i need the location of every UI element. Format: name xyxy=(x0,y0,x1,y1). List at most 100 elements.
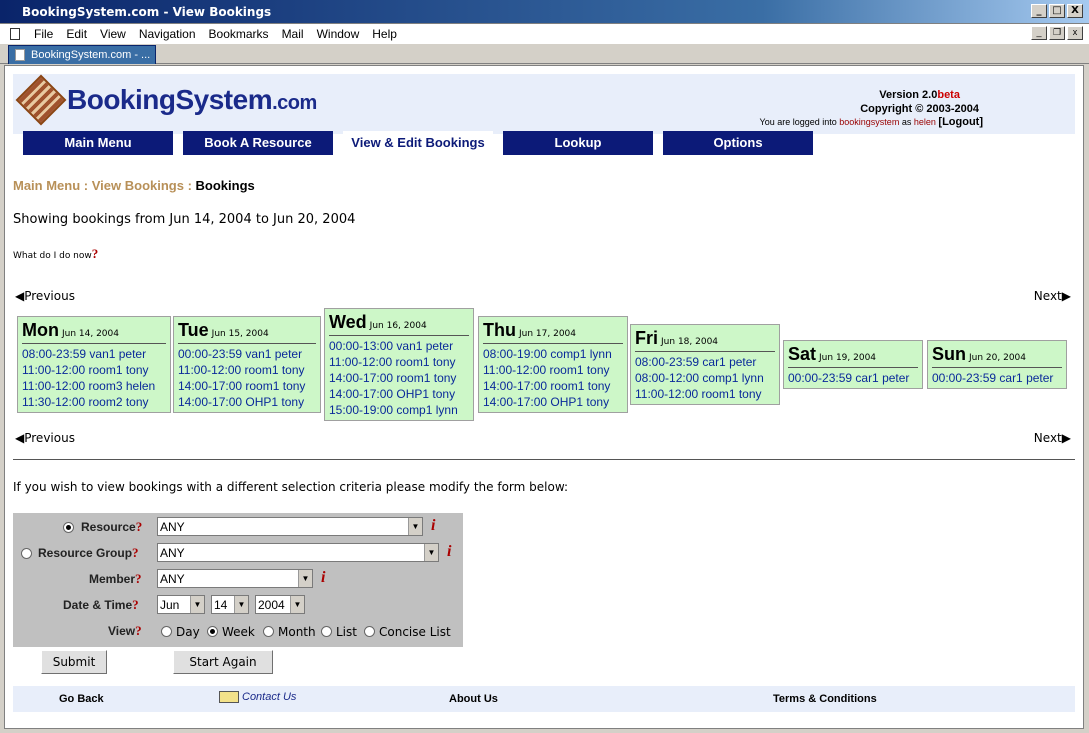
copyright: Copyright © 2003-2004 xyxy=(860,103,979,115)
day-select[interactable]: 14 ▼ xyxy=(211,595,249,614)
site-logo[interactable]: BookingSystem.com xyxy=(15,74,317,126)
booking-item[interactable]: 00:00-23:59 van1 peter xyxy=(178,346,316,362)
tab-strip: BookingSystem.com - ... xyxy=(0,44,1089,64)
logout-link[interactable]: [Logout] xyxy=(938,116,983,128)
page-icon xyxy=(15,49,25,61)
doc-minimize-button[interactable]: _ xyxy=(1031,26,1047,40)
member-select[interactable]: ANY ▼ xyxy=(157,569,313,588)
envelope-icon xyxy=(219,691,239,704)
nav-main-menu[interactable]: Main Menu xyxy=(23,131,173,155)
resource-radio[interactable] xyxy=(63,522,74,533)
view-concise-list-radio[interactable] xyxy=(364,626,375,637)
day-card-sun: Sun Jun 20, 2004 00:00-23:59 car1 peter xyxy=(927,340,1067,389)
help-link[interactable]: What do I do now? xyxy=(13,246,98,262)
breadcrumb-view-bookings[interactable]: View Bookings xyxy=(92,178,184,193)
doc-close-button[interactable]: x xyxy=(1067,26,1083,40)
resource-group-label: Resource Group? xyxy=(38,545,139,560)
resource-group-radio[interactable] xyxy=(21,548,32,559)
doc-restore-button[interactable]: ❐ xyxy=(1049,26,1065,40)
login-status: You are logged into bookingsystem as hel… xyxy=(759,116,983,128)
month-select[interactable]: Jun ▼ xyxy=(157,595,205,614)
day-card-sat: Sat Jun 19, 2004 00:00-23:59 car1 peter xyxy=(783,340,923,389)
menu-navigation[interactable]: Navigation xyxy=(139,27,196,41)
nav-book-resource[interactable]: Book A Resource xyxy=(183,131,333,155)
menu-window[interactable]: Window xyxy=(317,27,360,41)
terms-link[interactable]: Terms & Conditions xyxy=(773,693,877,705)
nav-lookup[interactable]: Lookup xyxy=(503,131,653,155)
booking-item[interactable]: 08:00-23:59 van1 peter xyxy=(22,346,166,362)
view-month-radio[interactable] xyxy=(263,626,274,637)
chevron-down-icon: ▼ xyxy=(234,596,248,613)
selection-form: Resource? ANY ▼ i Resource Group? ANY ▼ i … xyxy=(13,513,463,647)
year-select[interactable]: 2004 ▼ xyxy=(255,595,305,614)
breadcrumb-current: Bookings xyxy=(195,178,255,193)
menu-file[interactable]: File xyxy=(34,27,53,41)
resource-select[interactable]: ANY ▼ xyxy=(157,517,423,536)
booking-item[interactable]: 11:00-12:00 room1 tony xyxy=(178,362,316,378)
booking-item[interactable]: 15:00-19:00 comp1 lynn xyxy=(329,402,469,418)
menu-view[interactable]: View xyxy=(100,27,126,41)
booking-item[interactable]: 00:00-13:00 van1 peter xyxy=(329,338,469,354)
menu-edit[interactable]: Edit xyxy=(66,27,87,41)
day-card-fri: Fri Jun 18, 2004 08:00-23:59 car1 peter 0… xyxy=(630,324,780,405)
view-day-radio[interactable] xyxy=(161,626,172,637)
booking-item[interactable]: 14:00-17:00 room1 tony xyxy=(329,370,469,386)
next-link-bottom[interactable]: Next▶ xyxy=(1034,431,1071,445)
breadcrumb-main-menu[interactable]: Main Menu xyxy=(13,178,80,193)
view-list-radio[interactable] xyxy=(321,626,332,637)
previous-link[interactable]: ◀Previous xyxy=(15,289,75,303)
booking-item[interactable]: 14:00-17:00 OHP1 tony xyxy=(329,386,469,402)
resource-info-icon[interactable]: i xyxy=(431,517,435,535)
booking-item[interactable]: 14:00-17:00 OHP1 tony xyxy=(483,394,623,410)
minimize-button[interactable]: _ xyxy=(1031,4,1047,18)
booking-item[interactable]: 11:30-12:00 room2 tony xyxy=(22,394,166,410)
chevron-down-icon: ▼ xyxy=(408,518,422,535)
nav-view-edit-bookings[interactable]: View & Edit Bookings xyxy=(343,131,493,155)
showing-range: Showing bookings from Jun 14, 2004 to Ju… xyxy=(13,212,356,227)
contact-us-link[interactable]: Contact Us xyxy=(219,691,296,704)
view-week-radio[interactable] xyxy=(207,626,218,637)
booking-item[interactable]: 14:00-17:00 room1 tony xyxy=(483,378,623,394)
booking-item[interactable]: 11:00-12:00 room1 tony xyxy=(483,362,623,378)
booking-item[interactable]: 08:00-19:00 comp1 lynn xyxy=(483,346,623,362)
submit-button[interactable]: Submit xyxy=(41,650,107,674)
next-link[interactable]: Next▶ xyxy=(1034,289,1071,303)
help-icon: ? xyxy=(91,246,99,261)
logo-mark-icon xyxy=(15,74,67,126)
resource-label: Resource? xyxy=(81,519,143,534)
member-label: Member? xyxy=(89,571,142,586)
close-button[interactable]: X xyxy=(1067,4,1083,18)
resource-group-select[interactable]: ANY ▼ xyxy=(157,543,439,562)
breadcrumb: Main Menu : View Bookings : Bookings xyxy=(13,178,255,193)
day-card-wed: Wed Jun 16, 2004 00:00-13:00 van1 peter 1… xyxy=(324,308,474,421)
booking-item[interactable]: 14:00-17:00 OHP1 tony xyxy=(178,394,316,410)
booking-item[interactable]: 00:00-23:59 car1 peter xyxy=(932,370,1062,386)
booking-item[interactable]: 08:00-23:59 car1 peter xyxy=(635,354,775,370)
chevron-down-icon: ▼ xyxy=(298,570,312,587)
about-us-link[interactable]: About Us xyxy=(449,693,498,705)
booking-item[interactable]: 00:00-23:59 car1 peter xyxy=(788,370,918,386)
booking-item[interactable]: 14:00-17:00 room1 tony xyxy=(178,378,316,394)
view-label: View? xyxy=(108,623,142,638)
date-time-label: Date & Time? xyxy=(63,597,139,612)
browser-tab[interactable]: BookingSystem.com - ... xyxy=(8,45,156,64)
resource-group-info-icon[interactable]: i xyxy=(447,543,451,561)
menu-bar: File Edit View Navigation Bookmarks Mail… xyxy=(0,24,1089,44)
maximize-button[interactable]: □ xyxy=(1049,4,1065,18)
modify-instructions: If you wish to view bookings with a diff… xyxy=(13,480,569,494)
booking-item[interactable]: 11:00-12:00 room1 tony xyxy=(329,354,469,370)
start-again-button[interactable]: Start Again xyxy=(173,650,273,674)
booking-item[interactable]: 11:00-12:00 room3 helen xyxy=(22,378,166,394)
member-info-icon[interactable]: i xyxy=(321,569,325,587)
menu-help[interactable]: Help xyxy=(372,27,397,41)
divider xyxy=(13,459,1075,460)
booking-item[interactable]: 11:00-12:00 room1 tony xyxy=(635,386,775,402)
menu-mail[interactable]: Mail xyxy=(282,27,304,41)
booking-item[interactable]: 08:00-12:00 comp1 lynn xyxy=(635,370,775,386)
menu-bookmarks[interactable]: Bookmarks xyxy=(209,27,269,41)
nav-options[interactable]: Options xyxy=(663,131,813,155)
booking-item[interactable]: 11:00-12:00 room1 tony xyxy=(22,362,166,378)
previous-link-bottom[interactable]: ◀Previous xyxy=(15,431,75,445)
go-back-link[interactable]: Go Back xyxy=(59,693,104,705)
page-content: BookingSystem.com Version 2.0beta Copyri… xyxy=(4,65,1084,729)
